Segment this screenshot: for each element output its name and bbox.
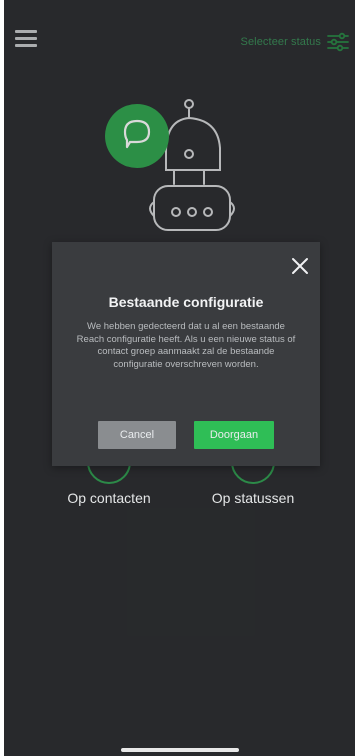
existing-config-dialog: Bestaande configuratie We hebben gedecte…: [52, 242, 320, 466]
close-icon[interactable]: [290, 256, 310, 276]
option-statuses-label: Op statussen: [211, 490, 295, 506]
home-indicator[interactable]: [121, 748, 239, 752]
option-contacts-label: Op contacten: [67, 490, 151, 506]
dialog-message: We hebben gedecteerd dat u al een bestaa…: [76, 321, 296, 370]
dialog-title: Bestaande configuratie: [108, 294, 264, 310]
cancel-button[interactable]: Cancel: [98, 421, 176, 449]
app-screen: Selecteer status Op contacten Op statuss…: [4, 0, 355, 756]
continue-button[interactable]: Doorgaan: [194, 421, 274, 449]
